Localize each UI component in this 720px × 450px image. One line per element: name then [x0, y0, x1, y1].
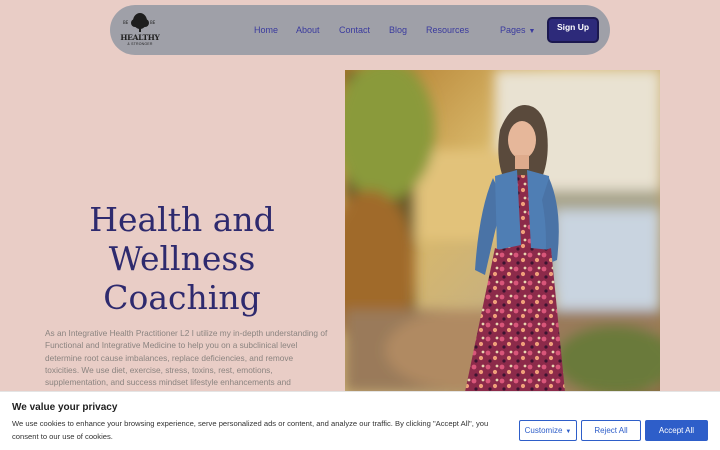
accept-all-button[interactable]: Accept All	[645, 420, 708, 441]
nav-link-resources[interactable]: Resources	[426, 25, 469, 35]
pages-dropdown[interactable]: Pages ▼	[500, 25, 535, 35]
hero-title-line: Coaching	[103, 278, 261, 317]
cookie-banner-text: We use cookies to enhance your browsing …	[12, 419, 489, 441]
hero-photo-illustration	[345, 70, 660, 392]
nav-link-blog[interactable]: Blog	[389, 25, 407, 35]
hero-title-line: Health and	[89, 200, 275, 239]
logo-top-right: BE	[150, 20, 156, 25]
sign-up-button[interactable]: Sign Up	[547, 17, 599, 43]
nav-link-contact[interactable]: Contact	[339, 25, 370, 35]
hero-photo	[345, 70, 660, 392]
pages-label: Pages	[500, 25, 526, 35]
caret-down-icon: ▼	[528, 28, 536, 35]
cookie-banner: We value your privacy We use cookies to …	[0, 391, 720, 450]
nav-link-about[interactable]: About	[296, 25, 320, 35]
logo-title: HEALTHY	[120, 33, 160, 42]
navbar: BE BE HEALTHY & STRONGER Home About Cont…	[110, 5, 610, 55]
logo-top-left: BE	[123, 20, 129, 25]
site-logo[interactable]: BE BE HEALTHY & STRONGER	[118, 11, 162, 51]
caret-down-icon: ▼	[565, 429, 572, 435]
logo-subtitle: & STRONGER	[127, 42, 153, 46]
cookie-banner-title: We value your privacy	[12, 402, 118, 413]
hero-description: As an Integrative Health Practitioner L2…	[45, 328, 328, 399]
nav-link-home[interactable]: Home	[254, 25, 278, 35]
hero-title: Health and Wellness Coaching	[60, 200, 304, 317]
reject-all-button[interactable]: Reject All	[581, 420, 641, 441]
customize-label: Customize	[524, 426, 563, 435]
hero-title-line: Wellness	[108, 239, 256, 278]
customize-button[interactable]: Customize ▼	[519, 420, 577, 441]
